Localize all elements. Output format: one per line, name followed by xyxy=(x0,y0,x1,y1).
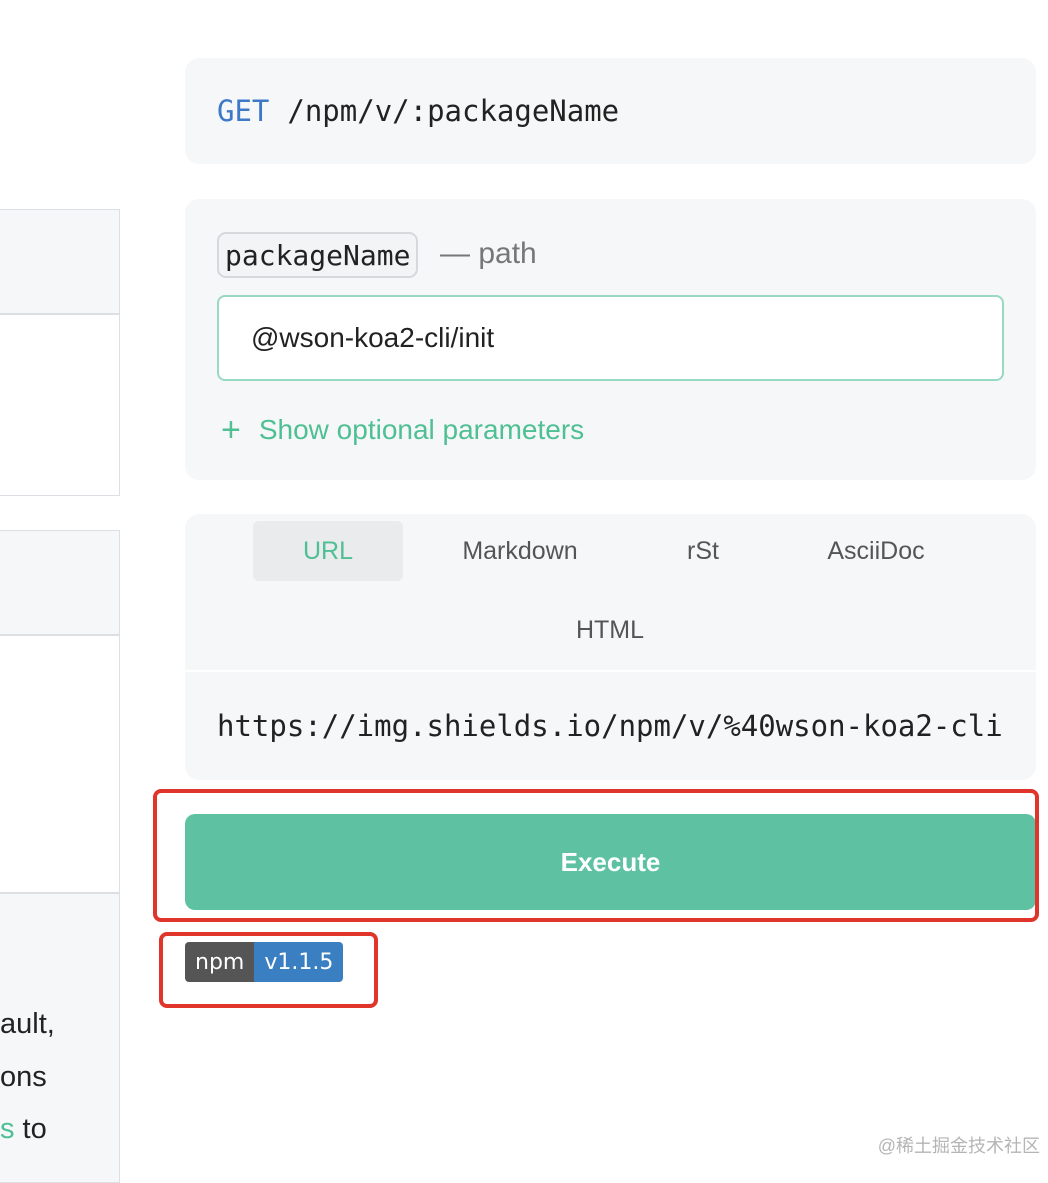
generated-url-text: https://img.shields.io/npm/v/%40wson-koa… xyxy=(217,709,1003,743)
left-column: ault, ons s to xyxy=(0,0,122,1183)
left-text-line-1: ault, xyxy=(0,1008,55,1040)
endpoint-panel: GET /npm/v/:packageName xyxy=(185,58,1036,164)
left-panel-body-1 xyxy=(0,314,120,496)
execute-button[interactable]: Execute xyxy=(185,814,1036,910)
endpoint-path: /npm/v/:packageName xyxy=(287,94,620,128)
show-optional-parameters-label: Show optional parameters xyxy=(258,414,585,445)
tab-rst[interactable]: rSt xyxy=(643,521,763,581)
tab-asciidoc[interactable]: AsciiDoc xyxy=(805,521,947,581)
parameters-panel: packageName — path + Show optional param… xyxy=(185,199,1036,480)
http-method: GET xyxy=(217,94,270,128)
generated-url[interactable]: https://img.shields.io/npm/v/%40wson-koa… xyxy=(185,672,1036,780)
tab-html[interactable]: HTML xyxy=(540,600,680,660)
left-text-link[interactable]: s xyxy=(0,1113,15,1145)
left-panel-body-2 xyxy=(0,635,120,893)
left-text-rest: to xyxy=(14,1113,47,1145)
npm-version-badge: npm v1.1.5 xyxy=(185,942,344,982)
plus-icon: + xyxy=(221,411,241,449)
package-name-input[interactable] xyxy=(217,295,1004,381)
left-panel-header-2 xyxy=(0,530,120,635)
tab-markdown[interactable]: Markdown xyxy=(440,521,600,581)
format-tabs: URL Markdown rSt AsciiDoc HTML xyxy=(185,514,1036,670)
badge-label: npm xyxy=(185,942,255,982)
badge-value: v1.1.5 xyxy=(254,942,344,982)
show-optional-parameters-link[interactable]: + Show optional parameters xyxy=(221,413,584,447)
param-kind-label: — path xyxy=(440,237,537,270)
left-panel-header-1 xyxy=(0,209,120,314)
left-text-line-2: ons xyxy=(0,1061,47,1093)
tab-url[interactable]: URL xyxy=(253,521,403,581)
param-name-chip: packageName xyxy=(217,232,419,278)
left-text-line-3: s to xyxy=(0,1115,47,1144)
watermark: @稀土掘金技术社区 xyxy=(877,1136,1040,1156)
